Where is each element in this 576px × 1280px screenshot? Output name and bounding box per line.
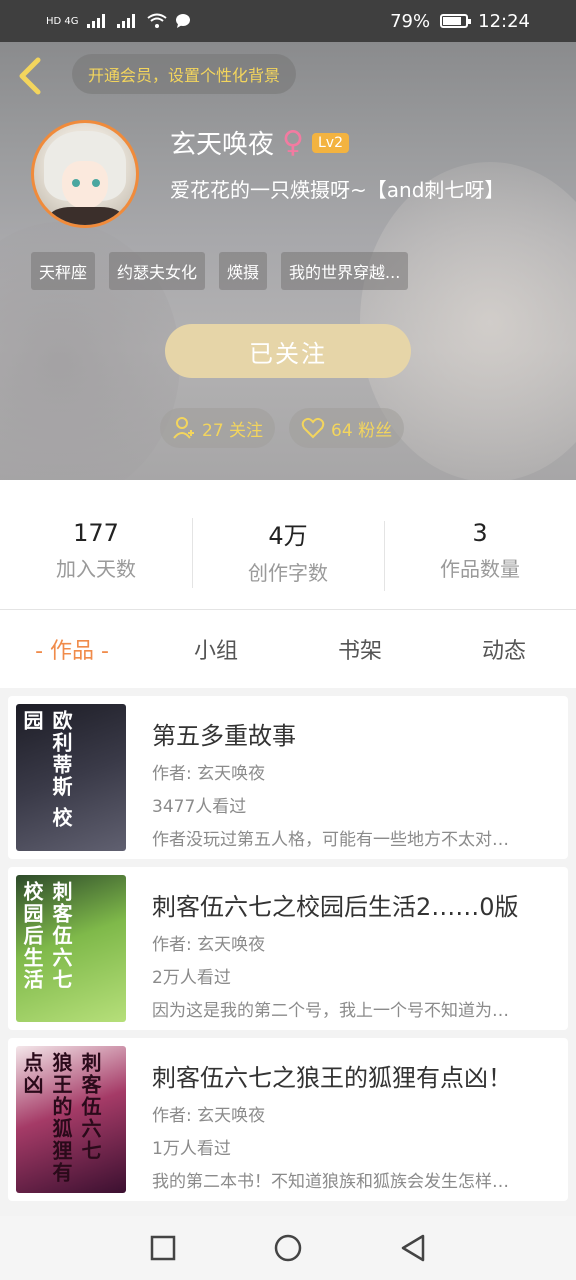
profile-header: 开通会员，设置个性化背景 玄天唤夜 ♀ Lv2 爱花花的一只煐摄呀~【and刺七… [0, 42, 576, 480]
following-button[interactable]: 27 关注 [160, 408, 276, 448]
cover-title: 欧利蒂斯 校园 [20, 710, 73, 829]
list-item[interactable]: 刺客伍六七 校园后生活 刺客伍六七之校园后生活2……0版 作者: 玄天唤夜 2万… [8, 867, 568, 1030]
book-cover[interactable]: 刺客伍六七 狼王的狐狸有点凶 [16, 1046, 126, 1193]
stat-label: 加入天数 [56, 557, 136, 581]
tag-item[interactable]: 我的世界穿越... [281, 252, 409, 290]
stats-row: 177 加入天数 4万 创作字数 3 作品数量 [0, 480, 576, 610]
circle-icon [274, 1234, 302, 1262]
square-icon [150, 1235, 175, 1261]
tag-item[interactable]: 煐摄 [219, 252, 268, 290]
book-author: 作者: 玄天唤夜 [152, 935, 266, 955]
follow-stats: 27 关注 64 粉丝 [160, 408, 405, 448]
battery-icon [440, 14, 472, 28]
tag-item[interactable]: 约瑟夫女化 [109, 252, 206, 290]
heart-icon [301, 417, 325, 439]
clock: 12:24 [478, 10, 530, 32]
signal-icon [86, 14, 105, 28]
book-description: 作者没玩过第五人格，可能有一些地方不太对… [152, 830, 509, 850]
stat-value: 3 [472, 519, 488, 547]
cover-title: 刺客伍六七 狼王的狐狸有点凶 [20, 1052, 102, 1184]
book-views: 3477人看过 [152, 797, 247, 817]
signal-icon-2 [116, 14, 135, 28]
username: 玄天唤夜 [170, 130, 275, 160]
avatar[interactable] [31, 120, 139, 228]
level-badge: Lv2 [312, 132, 349, 153]
network-label: HD 4G [46, 15, 79, 27]
stat-days: 177 加入天数 [0, 507, 192, 582]
tag-list: 天秤座 约瑟夫女化 煐摄 我的世界穿越... [31, 252, 409, 290]
wifi-icon [146, 13, 167, 28]
following-count: 27 关注 [202, 420, 264, 441]
female-icon: ♀ [282, 124, 304, 160]
tab-groups[interactable]: 小组 [144, 633, 288, 665]
book-description: 因为这是我的第二个号，我上一个号不知道为… [152, 1001, 509, 1021]
stat-value: 4万 [268, 521, 308, 550]
profile-tabs: - 作品 - 小组 书架 动态 [0, 610, 576, 688]
book-views: 1万人看过 [152, 1139, 231, 1159]
cover-title: 刺客伍六七 校园后生活 [20, 881, 73, 991]
works-list: 欧利蒂斯 校园 第五多重故事 作者: 玄天唤夜 3477人看过 作者没玩过第五人… [0, 688, 576, 1216]
battery-percent: 79% [390, 10, 431, 32]
book-title: 刺客伍六七之狼王的狐狸有点凶！ [152, 1064, 512, 1092]
fans-count: 64 粉丝 [331, 420, 393, 441]
triangle-back-icon [402, 1234, 425, 1262]
book-author: 作者: 玄天唤夜 [152, 1106, 266, 1126]
user-bio: 爱花花的一只煐摄呀~【and刺七呀】 [170, 178, 505, 202]
list-item[interactable]: 欧利蒂斯 校园 第五多重故事 作者: 玄天唤夜 3477人看过 作者没玩过第五人… [8, 696, 568, 859]
status-bar: HD 4G 79% 12:24 [0, 0, 576, 42]
back-arrow-icon [19, 57, 41, 95]
book-title: 第五多重故事 [152, 722, 296, 750]
vip-background-banner[interactable]: 开通会员，设置个性化背景 [72, 54, 297, 94]
recents-button[interactable] [143, 1228, 183, 1268]
tab-works[interactable]: - 作品 - [0, 633, 144, 665]
fans-button[interactable]: 64 粉丝 [289, 408, 405, 448]
nav-back-button[interactable] [393, 1228, 433, 1268]
stat-label: 作品数量 [440, 557, 520, 581]
list-item[interactable]: 刺客伍六七 狼王的狐狸有点凶 刺客伍六七之狼王的狐狸有点凶！ 作者: 玄天唤夜 … [8, 1038, 568, 1201]
book-cover[interactable]: 刺客伍六七 校园后生活 [16, 875, 126, 1022]
book-views: 2万人看过 [152, 968, 231, 988]
stat-words: 4万 创作字数 [192, 504, 384, 588]
home-button[interactable] [268, 1228, 308, 1268]
stat-works: 3 作品数量 [384, 507, 576, 591]
back-button[interactable] [14, 56, 48, 96]
book-cover[interactable]: 欧利蒂斯 校园 [16, 704, 126, 851]
stat-label: 创作字数 [248, 560, 328, 585]
book-description: 我的第二本书！不知道狼族和狐族会发生怎样… [152, 1172, 509, 1192]
username-row: 玄天唤夜 ♀ Lv2 [170, 124, 349, 161]
system-nav-bar [0, 1216, 576, 1280]
add-user-icon [173, 417, 194, 439]
follow-button[interactable]: 已关注 [165, 324, 411, 378]
tab-activity[interactable]: 动态 [432, 633, 576, 665]
message-icon [175, 14, 190, 28]
book-author: 作者: 玄天唤夜 [152, 764, 266, 784]
tag-item[interactable]: 天秤座 [31, 252, 96, 290]
signal-icons: HD 4G [46, 13, 191, 29]
stat-value: 177 [73, 519, 119, 547]
tab-bookshelf[interactable]: 书架 [288, 633, 432, 665]
book-title: 刺客伍六七之校园后生活2……0版 [152, 893, 519, 921]
